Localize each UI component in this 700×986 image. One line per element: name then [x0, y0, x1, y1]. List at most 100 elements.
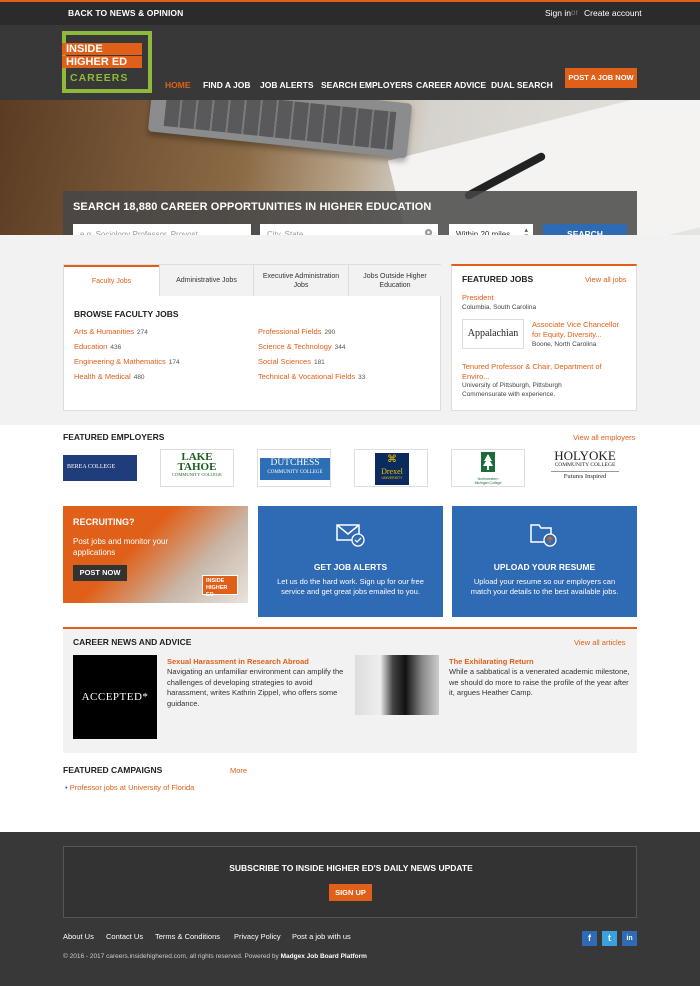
- nmc-logo-text: Northwestern Michigan College: [474, 477, 502, 485]
- footer-link-privacy[interactable]: Privacy Policy: [234, 932, 281, 941]
- site-logo[interactable]: INSIDE HIGHER ED CAREERS: [62, 31, 152, 93]
- job-tabs-panel: Faculty Jobs Administrative Jobs Executi…: [63, 264, 441, 411]
- facebook-icon[interactable]: f: [582, 931, 597, 946]
- article-thumbnail[interactable]: [355, 655, 439, 715]
- footer-link-terms[interactable]: Terms & Conditions: [155, 932, 220, 941]
- featured-jobs-panel: FEATURED JOBS View all jobs President Co…: [451, 264, 637, 411]
- madgex-link[interactable]: Madgex Job Board Platform: [281, 953, 367, 960]
- upload-resume-tile[interactable]: UPLOAD YOUR RESUME Upload your resume so…: [452, 506, 637, 617]
- badge-line-2: HIGHER ED: [206, 585, 228, 598]
- sign-up-button[interactable]: SIGN UP: [329, 884, 372, 901]
- employer-logo-nmc[interactable]: Northwestern Michigan College: [451, 449, 525, 487]
- job-title-link[interactable]: Tenured Professor & Chair, Department of: [462, 362, 602, 371]
- campaigns-more-link[interactable]: More: [230, 766, 247, 775]
- job-alerts-title: GET JOB ALERTS: [313, 562, 388, 572]
- employer-logo-berea[interactable]: BEREA COLLEGE: [63, 449, 137, 487]
- job-alerts-tile[interactable]: GET JOB ALERTS Let us do the hard work. …: [258, 506, 443, 617]
- article-title-link[interactable]: The Exhilarating Return: [449, 657, 534, 666]
- recruiting-title: RECRUITING?: [73, 517, 135, 527]
- recruiting-text: Post jobs and monitor your applications: [73, 537, 169, 557]
- featured-employers-title: FEATURED EMPLOYERS: [63, 432, 165, 442]
- category-link[interactable]: Health & Medical 480: [74, 372, 145, 381]
- article-title-link[interactable]: Sexual Harassment in Research Abroad: [167, 657, 309, 666]
- logo-line-2: HIGHER ED: [62, 56, 142, 68]
- drexel-logo-line2: UNIVERSITY: [381, 476, 403, 480]
- job-alerts-text: Let us do the hard work. Sign up for our…: [277, 577, 424, 596]
- badge-line-1: INSIDE: [206, 578, 225, 584]
- employer-logo-drexel[interactable]: ⌘ Drexel UNIVERSITY: [354, 449, 428, 487]
- recruiting-tile[interactable]: RECRUITING? Post jobs and monitor your a…: [63, 506, 248, 603]
- post-now-button[interactable]: POST NOW: [73, 565, 127, 581]
- tab-faculty-jobs[interactable]: Faculty Jobs: [64, 265, 159, 296]
- logo-line-1: INSIDE: [62, 43, 142, 55]
- upload-folder-icon: [530, 524, 557, 547]
- dutchess-logo-line2: COMMUNITY COLLEGE: [267, 470, 323, 475]
- search-title: SEARCH 18,880 CAREER OPPORTUNITIES IN HI…: [73, 201, 432, 213]
- category-link[interactable]: Social Sciences 181: [258, 357, 325, 366]
- upload-resume-text: Upload your resume so our employers can …: [470, 577, 619, 596]
- nav-home[interactable]: HOME: [165, 80, 191, 90]
- tab-jobs-outside-higher-ed[interactable]: Jobs Outside Higher Education: [348, 265, 441, 296]
- job-location: Columbia, South Carolina: [462, 304, 537, 311]
- tree-icon: [481, 452, 495, 472]
- job-location: University of Pittsburgh, Pittsburgh: [462, 382, 562, 389]
- category-link[interactable]: Engineering & Mathematics 174: [74, 357, 180, 366]
- tahoe-logo-line2: TAHOE: [177, 461, 217, 473]
- job-salary: Commensurate with experience.: [462, 391, 556, 398]
- holyoke-logo-line1: HOLYOKE: [554, 449, 616, 463]
- back-to-news-link[interactable]: BACK TO NEWS & OPINION: [68, 8, 183, 18]
- tab-executive-administration-jobs[interactable]: Executive Administration Jobs: [253, 265, 348, 296]
- view-all-employers-link[interactable]: View all employers: [573, 433, 635, 442]
- inside-higher-ed-badge: INSIDE HIGHER ED: [202, 575, 238, 598]
- create-account-link[interactable]: Create account: [584, 8, 642, 18]
- category-link[interactable]: Technical & Vocational Fields 33: [258, 372, 365, 381]
- footer-link-contact[interactable]: Contact Us: [106, 932, 143, 941]
- job-title-link-cont[interactable]: Enviro...: [462, 372, 490, 381]
- employer-logo-lake-tahoe[interactable]: LAKE TAHOE COMMUNITY COLLEGE: [160, 449, 234, 487]
- envelope-icon: [336, 524, 365, 547]
- view-all-jobs-link[interactable]: View all jobs: [585, 275, 627, 284]
- employer-logo[interactable]: Appalachian: [462, 319, 524, 349]
- job-title-link-cont[interactable]: for Equity, Diversity...: [532, 330, 602, 339]
- copyright-text: © 2016 - 2017 careers.insidehighered.com…: [63, 953, 367, 960]
- footer-link-about[interactable]: About Us: [63, 932, 94, 941]
- subscribe-box: SUBSCRIBE TO INSIDE HIGHER ED'S DAILY NE…: [63, 846, 637, 918]
- category-link[interactable]: Education 436: [74, 342, 121, 351]
- footer-link-post-job[interactable]: Post a job with us: [292, 932, 351, 941]
- career-news-title: CAREER NEWS AND ADVICE: [73, 637, 192, 647]
- logo-line-3: CAREERS: [70, 72, 129, 84]
- job-title-link[interactable]: President: [462, 293, 494, 302]
- nav-dual-search[interactable]: DUAL SEARCH: [491, 80, 553, 90]
- twitter-icon[interactable]: t: [602, 931, 617, 946]
- nav-search-employers[interactable]: SEARCH EMPLOYERS: [321, 80, 413, 90]
- category-link[interactable]: Science & Technology 344: [258, 342, 346, 351]
- featured-campaigns-title: FEATURED CAMPAIGNS: [63, 765, 163, 775]
- holyoke-logo-line2: COMMUNITY COLLEGE: [554, 462, 616, 468]
- view-all-articles-link[interactable]: View all articles: [574, 638, 626, 647]
- holyoke-logo-line3: Futures Inspired: [551, 471, 619, 481]
- copyright-line: © 2016 - 2017 careers.insidehighered.com…: [63, 953, 279, 960]
- nav-career-advice[interactable]: CAREER ADVICE: [416, 80, 486, 90]
- category-link[interactable]: Professional Fields 290: [258, 327, 335, 336]
- campaign-list-item[interactable]: • Professor jobs at University of Florid…: [65, 783, 194, 792]
- category-link[interactable]: Arts & Humanities 274: [74, 327, 148, 336]
- job-title-link[interactable]: Associate Vice Chancellor: [532, 320, 619, 329]
- nav-job-alerts[interactable]: JOB ALERTS: [260, 80, 314, 90]
- post-job-button[interactable]: POST A JOB NOW: [565, 68, 637, 88]
- top-bar: BACK TO NEWS & OPINION Sign in or Create…: [0, 0, 700, 25]
- article-thumbnail[interactable]: ACCEPTED*: [73, 655, 157, 739]
- or-text: or: [571, 8, 579, 17]
- drexel-logo-line1: Drexel: [381, 467, 403, 476]
- tab-administrative-jobs[interactable]: Administrative Jobs: [159, 265, 253, 296]
- linkedin-icon[interactable]: in: [622, 931, 637, 946]
- employer-logo-holyoke[interactable]: HOLYOKE COMMUNITY COLLEGE Futures Inspir…: [548, 449, 622, 487]
- dragon-icon: ⌘: [387, 454, 397, 465]
- dutchess-logo-line1: DUTCHESS: [270, 458, 320, 468]
- tahoe-logo-line3: COMMUNITY COLLEGE: [172, 472, 222, 477]
- article-summary: While a sabbatical is a venerated academ…: [449, 667, 630, 697]
- employer-logo-dutchess[interactable]: DUTCHESS COMMUNITY COLLEGE: [257, 449, 331, 487]
- sign-in-link[interactable]: Sign in: [545, 8, 571, 18]
- featured-jobs-title: FEATURED JOBS: [462, 274, 534, 284]
- nav-find-a-job[interactable]: FIND A JOB: [203, 80, 251, 90]
- campaign-link[interactable]: Professor jobs at University of Florida: [70, 783, 195, 792]
